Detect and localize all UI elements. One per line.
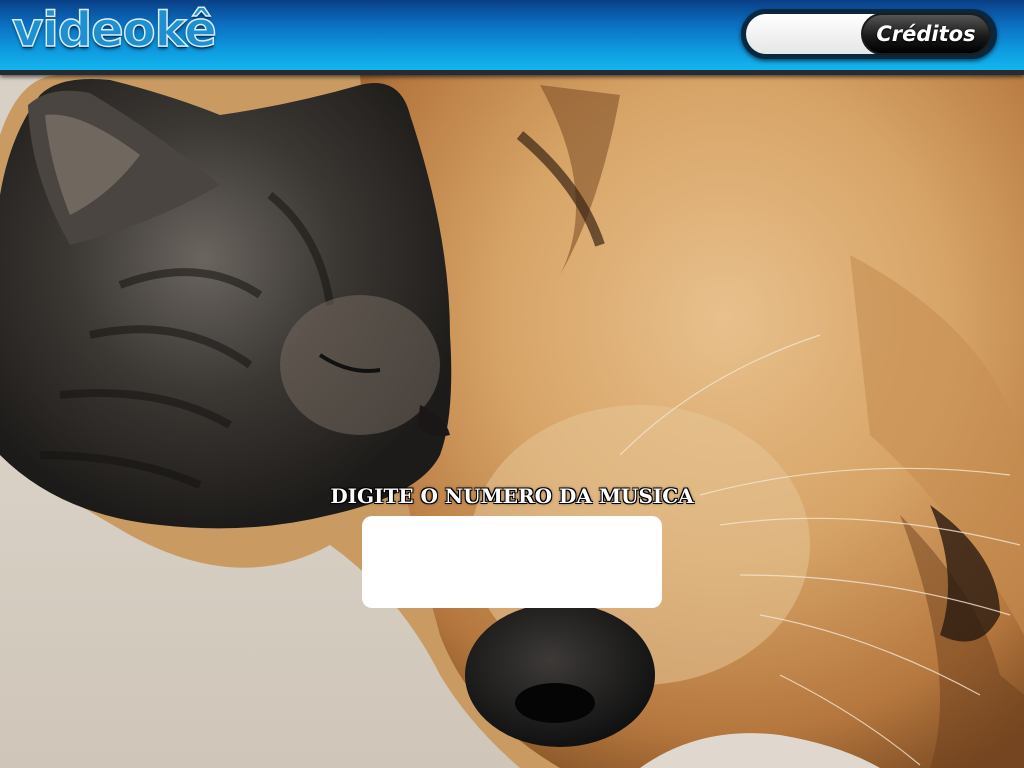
- song-number-input[interactable]: [362, 516, 662, 608]
- credits-container: Créditos: [741, 9, 997, 59]
- app-logo: videokê: [11, 1, 217, 59]
- credits-button[interactable]: Créditos: [861, 13, 991, 55]
- header-bar: videokê Créditos: [0, 0, 1024, 75]
- background-photo: [0, 75, 1024, 768]
- song-number-prompt: DIGITE O NUMERO DA MUSICA: [330, 484, 694, 508]
